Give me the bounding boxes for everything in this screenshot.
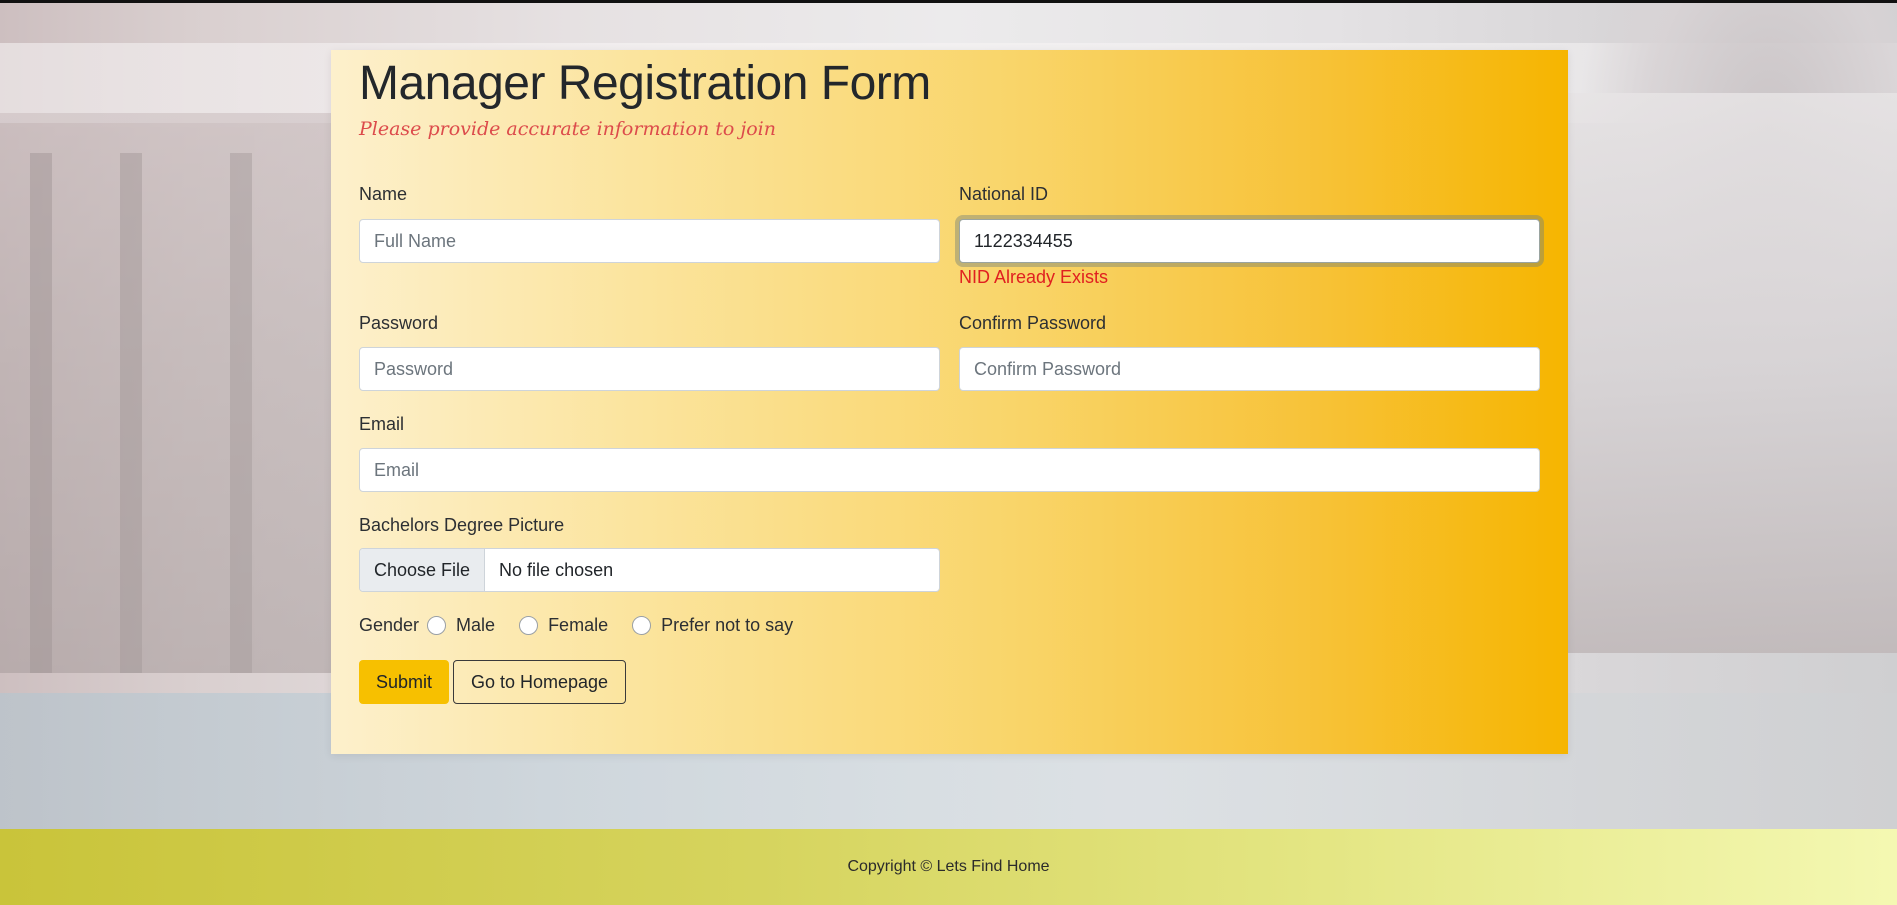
- gender-option-male[interactable]: Male: [427, 615, 519, 636]
- gender-option-prefer-not[interactable]: Prefer not to say: [632, 615, 817, 636]
- gender-option-label: Prefer not to say: [661, 614, 794, 635]
- background-house-left: [0, 113, 340, 673]
- gender-group: Gender Male Female Prefer not to say: [359, 611, 817, 639]
- email-input[interactable]: [359, 448, 1540, 492]
- nid-error-message: NID Already Exists: [959, 267, 1109, 287]
- gender-option-female[interactable]: Female: [519, 615, 632, 636]
- nid-input[interactable]: [959, 219, 1540, 263]
- gender-label: Gender: [359, 614, 420, 635]
- confirm-password-input[interactable]: [959, 347, 1540, 391]
- password-input[interactable]: [359, 347, 940, 391]
- degree-picture-label: Bachelors Degree Picture: [359, 515, 565, 535]
- page-subtitle: Please provide accurate information to j…: [359, 118, 776, 140]
- gender-option-label: Male: [456, 614, 496, 635]
- radio-male[interactable]: [427, 615, 447, 635]
- degree-file-input[interactable]: Choose File No file chosen: [359, 548, 940, 592]
- submit-button[interactable]: Submit: [359, 660, 449, 704]
- go-to-homepage-button[interactable]: Go to Homepage: [453, 660, 626, 704]
- page-title: Manager Registration Form: [359, 57, 931, 110]
- name-input[interactable]: [359, 219, 940, 263]
- email-label: Email: [359, 414, 405, 434]
- gender-option-label: Female: [548, 614, 609, 635]
- radio-prefer-not[interactable]: [632, 615, 652, 635]
- name-label: Name: [359, 184, 408, 204]
- footer: Copyright © Lets Find Home: [0, 829, 1897, 905]
- nid-label: National ID: [959, 184, 1049, 204]
- background-house-right: [1560, 93, 1897, 653]
- radio-female[interactable]: [519, 615, 539, 635]
- password-label: Password: [359, 313, 439, 333]
- registration-card: Manager Registration Form Please provide…: [331, 50, 1568, 754]
- copyright-text: Copyright © Lets Find Home: [847, 858, 1050, 875]
- file-status-text: No file chosen: [499, 559, 614, 580]
- confirm-password-label: Confirm Password: [959, 313, 1107, 333]
- choose-file-button[interactable]: Choose File: [360, 549, 486, 591]
